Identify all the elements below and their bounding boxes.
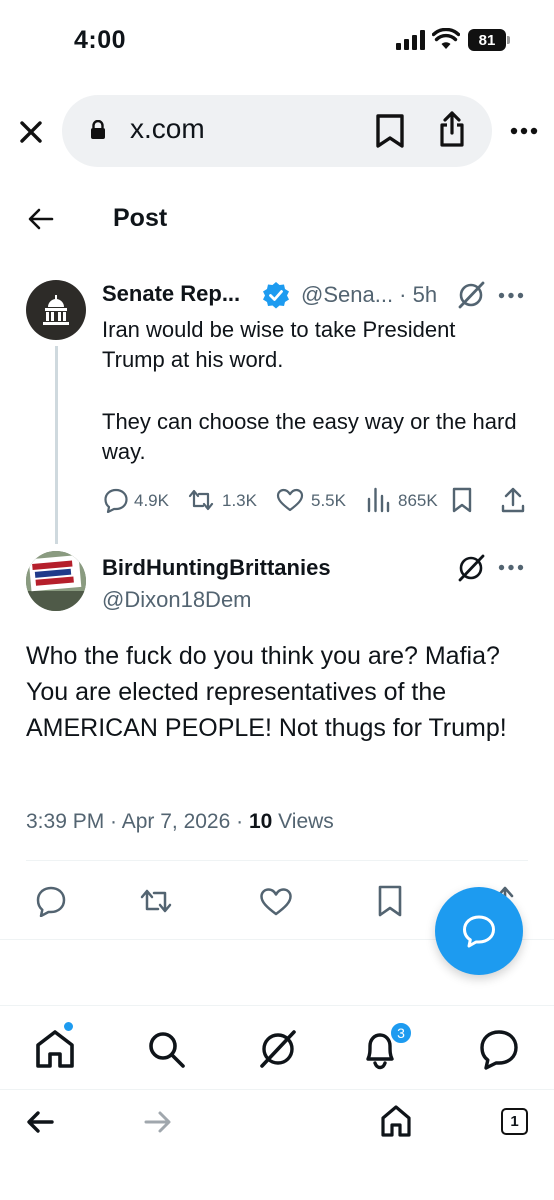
signal-icon: [396, 30, 426, 50]
browser-toolbar-divider: [0, 1089, 554, 1090]
close-icon[interactable]: [19, 120, 43, 144]
status-time: 4:00: [74, 26, 127, 54]
bookmark-icon[interactable]: [451, 486, 473, 514]
author-handle-time[interactable]: @Sena... · 5h: [301, 282, 437, 308]
search-icon[interactable]: [146, 1029, 186, 1069]
avatar[interactable]: [26, 551, 86, 611]
browser-forward-icon[interactable]: [144, 1110, 172, 1134]
verified-badge-icon: [262, 281, 290, 309]
page-title: Post: [113, 204, 168, 232]
share-page-icon[interactable]: [438, 110, 466, 148]
home-notification-dot: [62, 1020, 75, 1033]
avatar[interactable]: [26, 280, 86, 340]
lock-icon: [90, 120, 106, 140]
compose-reply-button[interactable]: [435, 887, 523, 975]
time-date: 3:39 PM · Apr 7, 2026 ·: [26, 810, 249, 833]
like-icon[interactable]: [259, 887, 293, 917]
share-icon[interactable]: [500, 486, 526, 514]
like-icon[interactable]: [276, 488, 304, 512]
views-label[interactable]: Views: [272, 810, 334, 833]
url-text[interactable]: x.com: [130, 113, 205, 145]
bookmark-icon[interactable]: [376, 884, 404, 918]
views-count[interactable]: 865K: [398, 491, 438, 511]
thread-line: [55, 346, 58, 544]
bookmark-page-icon[interactable]: [375, 114, 405, 148]
home-icon[interactable]: [34, 1028, 76, 1070]
divider: [26, 860, 528, 861]
more-menu-icon[interactable]: [510, 127, 538, 135]
tweet-timestamp: 3:39 PM · Apr 7, 2026 · 10 Views: [26, 810, 334, 834]
battery-indicator: 81: [468, 29, 506, 51]
views-icon[interactable]: [366, 487, 390, 513]
tweet-text-paragraph-2: They can choose the easy way or the hard…: [102, 409, 517, 464]
back-arrow-icon[interactable]: [28, 208, 54, 230]
repost-icon[interactable]: [138, 886, 174, 916]
reply-icon[interactable]: [103, 487, 129, 513]
like-count[interactable]: 5.5K: [311, 491, 346, 511]
reply-count[interactable]: 4.9K: [134, 491, 169, 511]
messages-icon[interactable]: [478, 1028, 520, 1070]
browser-back-icon[interactable]: [26, 1110, 54, 1134]
views-number[interactable]: 10: [249, 810, 272, 833]
tweet-more-icon[interactable]: [498, 564, 524, 571]
tweet-text-paragraph-1: Iran would be wise to take President Tru…: [102, 317, 456, 372]
tab-count-button[interactable]: 1: [501, 1108, 528, 1135]
grok-icon[interactable]: [456, 553, 486, 583]
capitol-logo-icon: [43, 295, 69, 325]
address-bar[interactable]: [62, 95, 492, 167]
author-name[interactable]: BirdHuntingBrittanies: [102, 555, 331, 581]
author-handle[interactable]: @Dixon18Dem: [102, 587, 252, 613]
reply-icon[interactable]: [35, 885, 67, 917]
bottom-nav-divider: [0, 1005, 554, 1006]
repost-count[interactable]: 1.3K: [222, 491, 257, 511]
grok-icon[interactable]: [456, 280, 486, 310]
protest-sign-image: [26, 551, 86, 611]
wifi-icon: [432, 28, 460, 50]
notification-count-badge: 3: [389, 1021, 413, 1045]
tweet-text: Who the fuck do you think you are? Mafia…: [26, 642, 507, 742]
tweet-more-icon[interactable]: [498, 292, 524, 299]
reply-bubble-icon: [463, 915, 495, 948]
author-name[interactable]: Senate Rep...: [102, 281, 240, 307]
browser-home-icon[interactable]: [380, 1104, 412, 1138]
battery-tip: [507, 36, 510, 44]
repost-icon[interactable]: [186, 487, 216, 513]
grok-icon[interactable]: [257, 1028, 299, 1070]
